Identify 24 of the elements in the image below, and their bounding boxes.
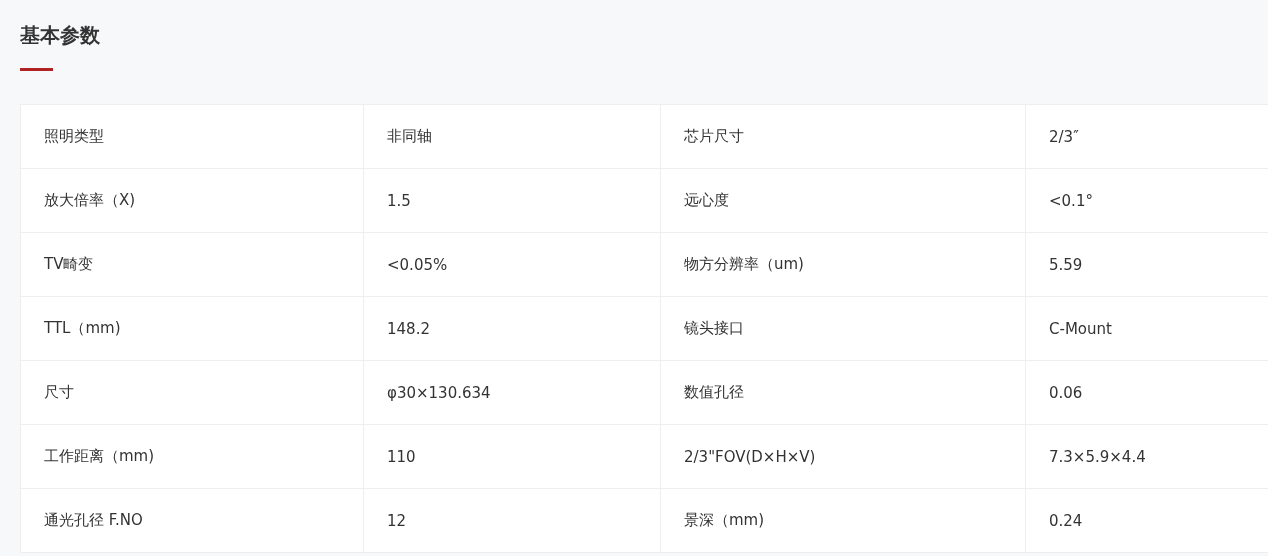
table-cell: 110 [363,424,661,489]
section-title: 基本参数 [20,22,101,48]
table-cell: 物方分辨率（um) [660,232,1026,297]
table-cell: 1.5 [363,168,661,233]
table-cell: 远心度 [660,168,1026,233]
table-cell: 通光孔径 F.NO [20,488,364,553]
table-cell: TV畸变 [20,232,364,297]
table-cell: 2/3"FOV(D×H×V) [660,424,1026,489]
table-cell: 放大倍率（X) [20,168,364,233]
table-cell: φ30×130.634 [363,360,661,425]
table-cell: 景深（mm) [660,488,1026,553]
table-cell: 尺寸 [20,360,364,425]
table-cell: 148.2 [363,296,661,361]
table-cell: <0.05% [363,232,661,297]
table-cell: 12 [363,488,661,553]
table-cell: 芯片尺寸 [660,104,1026,169]
table-cell: 照明类型 [20,104,364,169]
table-cell: 数值孔径 [660,360,1026,425]
table-cell: 2/3″ [1025,104,1268,169]
table-cell: 非同轴 [363,104,661,169]
table-cell: 镜头接口 [660,296,1026,361]
table-cell: 工作距离（mm) [20,424,364,489]
title-underline [20,68,53,71]
table-cell: TTL（mm) [20,296,364,361]
